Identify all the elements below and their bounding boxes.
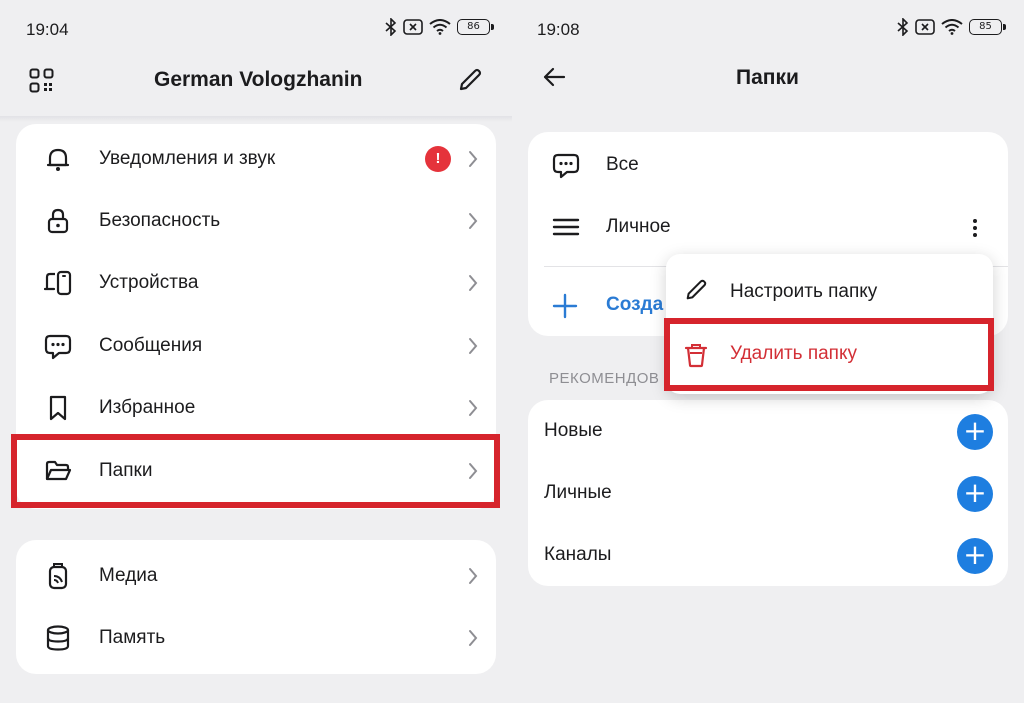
status-bar: 19:04 86 — [0, 0, 512, 58]
plus-icon — [552, 293, 578, 319]
battery-indicator: 86 — [457, 19, 494, 35]
folder-item-personal[interactable]: Личное — [528, 196, 1008, 258]
recommended-section-header: РЕКОМЕНДОВ — [549, 370, 660, 387]
sim-off-icon — [915, 19, 935, 35]
folder-label: Личное — [606, 216, 671, 237]
recommended-item-new: Новые + — [528, 400, 1008, 462]
chevron-right-icon — [469, 338, 478, 354]
settings-item-media[interactable]: Медиа — [16, 545, 496, 607]
folder-label: Все — [606, 154, 639, 175]
bluetooth-icon — [385, 18, 397, 36]
edit-folder-menu-item[interactable]: Настроить папку — [666, 262, 993, 324]
chevron-right-icon — [469, 275, 478, 291]
settings-item-label: Устройства — [99, 272, 199, 293]
devices-icon — [44, 270, 72, 296]
delete-highlight-frame — [664, 318, 994, 391]
settings-item-label: Безопасность — [99, 210, 221, 231]
back-arrow-icon[interactable] — [542, 67, 566, 87]
settings-item-label: Сообщения — [99, 335, 203, 356]
status-time: 19:04 — [26, 20, 69, 39]
chevron-right-icon — [469, 400, 478, 416]
profile-name: German Vologzhanin — [154, 68, 363, 91]
lock-icon — [47, 208, 69, 234]
settings-screen: 19:04 86 German Vologzhanin Уведомления … — [0, 0, 512, 703]
wifi-icon — [941, 19, 963, 35]
page-title: Папки — [736, 66, 799, 89]
add-folder-button[interactable]: + — [957, 538, 993, 574]
settings-item-notifications[interactable]: Уведомления и звук ! — [16, 128, 496, 190]
status-bar: 19:08 85 — [512, 0, 1024, 58]
storage-icon — [46, 625, 70, 651]
bookmark-icon — [49, 395, 67, 421]
settings-item-devices[interactable]: Устройства — [16, 252, 496, 314]
more-vertical-icon[interactable] — [972, 218, 978, 238]
settings-item-storage[interactable]: Память — [16, 607, 496, 669]
recommended-card: Новые + Личные + Каналы + — [528, 400, 1008, 586]
settings-item-messages[interactable]: Сообщения — [16, 315, 496, 377]
add-folder-button[interactable]: + — [957, 476, 993, 512]
edit-pencil-icon[interactable] — [457, 67, 483, 93]
media-icon — [48, 563, 68, 590]
recommended-label: Новые — [544, 420, 603, 441]
sim-off-icon — [403, 19, 423, 35]
settings-item-label: Избранное — [99, 397, 196, 418]
chevron-right-icon — [469, 630, 478, 646]
folders-highlight-frame — [11, 434, 500, 508]
recommended-item-channels: Каналы + — [528, 524, 1008, 586]
folder-item-all[interactable]: Все — [528, 134, 1008, 196]
wifi-icon — [429, 19, 451, 35]
bell-icon — [46, 148, 70, 171]
settings-item-label: Медиа — [99, 565, 158, 586]
settings-item-security[interactable]: Безопасность — [16, 190, 496, 252]
chat-bubble-icon — [44, 334, 72, 360]
settings-item-favorites[interactable]: Избранное — [16, 377, 496, 439]
status-time: 19:08 — [537, 20, 580, 39]
status-icons: 85 — [897, 18, 1006, 36]
recommended-item-personal: Личные + — [528, 462, 1008, 524]
settings-card-storage: Медиа Память — [16, 540, 496, 674]
menu-icon — [552, 218, 580, 236]
qr-code-icon[interactable] — [29, 68, 54, 93]
folders-screen: 19:08 85 Папки Все Личное Созда РЕКОМЕНД… — [512, 0, 1024, 703]
status-icons: 86 — [385, 18, 494, 36]
chevron-right-icon — [469, 151, 478, 167]
chevron-right-icon — [469, 568, 478, 584]
chat-bubble-icon — [552, 153, 580, 179]
recommended-label: Каналы — [544, 544, 612, 565]
create-folder-label: Созда — [606, 294, 664, 315]
edit-folder-label: Настроить папку — [730, 281, 878, 302]
chevron-right-icon — [469, 213, 478, 229]
recommended-label: Личные — [544, 482, 612, 503]
edit-pencil-icon — [686, 279, 707, 300]
settings-item-label: Память — [99, 627, 166, 648]
header-divider — [0, 116, 512, 122]
bluetooth-icon — [897, 18, 909, 36]
settings-item-label: Уведомления и звук — [99, 148, 276, 169]
battery-indicator: 85 — [969, 19, 1006, 35]
add-folder-button[interactable]: + — [957, 414, 993, 450]
alert-badge: ! — [425, 146, 451, 172]
